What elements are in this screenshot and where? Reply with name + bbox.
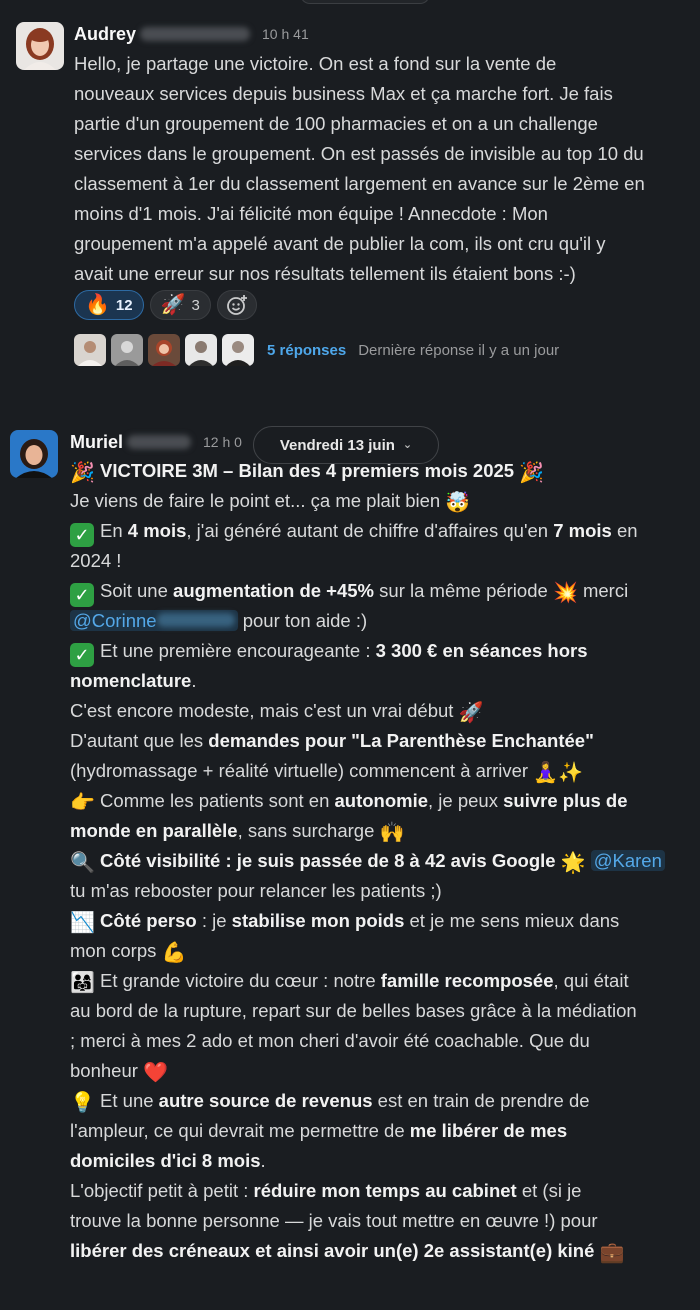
collision-icon: 💥 [552, 582, 578, 604]
reaction-rocket[interactable]: 🚀 3 [149, 290, 211, 320]
rocket-icon: 🚀 [458, 702, 484, 724]
timestamp[interactable]: 12 h 0 [203, 434, 242, 450]
message-body: Hello, je partage une victoire. On est a… [74, 53, 645, 284]
blurred-surname [140, 27, 251, 41]
timestamp[interactable]: 10 h 41 [262, 26, 309, 42]
fire-icon: 🔥 [85, 294, 110, 316]
avatar-audrey[interactable] [16, 22, 64, 70]
family-icon: 👨‍👩‍👧 [70, 972, 95, 994]
light-bulb-icon: 💡 [70, 1092, 95, 1114]
check-mark-icon: ✓ [70, 523, 94, 547]
avatar-muriel[interactable] [10, 430, 58, 478]
reply-avatar [148, 334, 180, 366]
add-reaction-button[interactable] [216, 290, 257, 320]
reaction-count: 12 [115, 296, 133, 314]
glowing-star-icon: 🌟 [560, 852, 586, 874]
check-mark-icon: ✓ [70, 583, 94, 607]
replies-link[interactable]: 5 réponses [267, 342, 346, 359]
raised-hands-icon: 🙌 [379, 822, 405, 844]
author-name[interactable]: Audrey [74, 24, 136, 45]
reply-avatar [111, 334, 143, 366]
chart-decreasing-icon: 📉 [70, 912, 95, 934]
chevron-down-icon: ⌄ [402, 438, 413, 451]
reply-avatar [185, 334, 217, 366]
flexed-biceps-icon: 💪 [161, 942, 187, 964]
last-reply-text: Dernière réponse il y a un jour [358, 341, 560, 359]
blurred-surname [127, 435, 192, 449]
briefcase-icon: 💼 [599, 1242, 625, 1264]
reply-avatar [222, 334, 254, 366]
message-body: 🎉 VICTOIRE 3M – Bilan des 4 premiers moi… [70, 456, 665, 1266]
message-audrey[interactable]: Audrey 10 h 41 Hello, je partage une vic… [0, 0, 700, 380]
mind-blown-icon: 🤯 [445, 492, 471, 514]
lotus-position-icon: 🧘‍♀️ [533, 762, 559, 784]
add-reaction-icon [226, 295, 247, 315]
magnifier-icon: 🔍 [70, 852, 95, 874]
mention-corinne[interactable]: @Corinne [70, 610, 238, 631]
reaction-count: 3 [191, 296, 200, 314]
rocket-icon: 🚀 [160, 294, 186, 316]
date-label: Vendredi 13 juin [279, 436, 395, 454]
reply-avatar [74, 334, 106, 366]
red-heart-icon: ❤️ [143, 1062, 168, 1084]
check-mark-icon: ✓ [70, 643, 94, 667]
party-popper-icon: 🎉 [70, 462, 95, 484]
mention-karen[interactable]: @Karen [590, 850, 665, 871]
reaction-fire[interactable]: 🔥 12 [74, 290, 144, 320]
sparkles-icon: ✨ [558, 762, 584, 784]
pointing-right-icon: 👉 [70, 792, 95, 814]
message-muriel[interactable]: Muriel 12 h 0 🎉 VICTOIRE 3M – Bilan des … [0, 420, 700, 1310]
thread-summary[interactable]: 5 réponses Dernière réponse il y a un jo… [74, 334, 559, 366]
date-divider-button[interactable]: Vendredi 13 juin ⌄ [253, 426, 439, 464]
party-popper-icon: 🎉 [519, 462, 545, 484]
author-name[interactable]: Muriel [70, 432, 123, 453]
reactions-bar: 🔥 12 🚀 3 [74, 290, 257, 320]
